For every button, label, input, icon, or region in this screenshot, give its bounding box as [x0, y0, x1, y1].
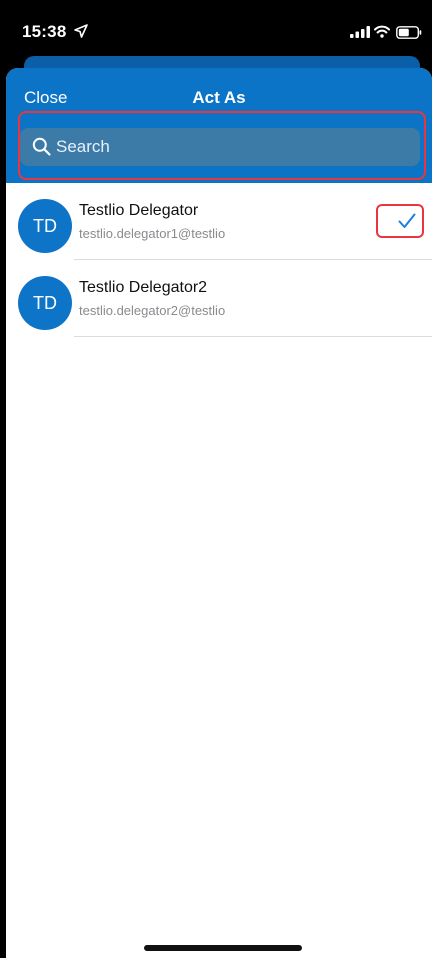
location-arrow-icon: [74, 24, 88, 38]
battery-icon: [396, 26, 422, 39]
delegate-email: testlio.delegator2@testlio: [79, 303, 226, 318]
delegate-name: Testlio Delegator2: [79, 279, 208, 296]
wifi-icon: [374, 25, 390, 38]
sheet-header: Close Act As Search: [6, 68, 432, 183]
delegate-name: Testlio Delegator: [79, 202, 199, 219]
avatar: TD: [18, 276, 72, 330]
list-item[interactable]: TD Testlio Delegator testlio.delegator1@…: [6, 183, 432, 260]
search-placeholder: Search: [56, 137, 110, 156]
page-title: Act As: [192, 88, 246, 107]
act-as-sheet: Close Act As Search TD Testlio Delegator…: [6, 68, 432, 958]
checkmark-icon[interactable]: [398, 213, 416, 229]
delegate-email: testlio.delegator1@testlio: [79, 226, 226, 241]
divider: [74, 336, 432, 337]
home-indicator[interactable]: [144, 945, 302, 951]
delegate-list: TD Testlio Delegator testlio.delegator1@…: [6, 183, 432, 337]
signal-icon: [350, 26, 370, 38]
avatar: TD: [18, 199, 72, 253]
screen: 15:38 Close Act As Search TD Testlio Del…: [0, 0, 432, 958]
list-item[interactable]: TD Testlio Delegator2 testlio.delegator2…: [6, 260, 432, 337]
search-input[interactable]: Search: [20, 128, 420, 166]
search-icon: [32, 137, 51, 156]
status-time: 15:38: [22, 22, 67, 41]
status-bar: 15:38: [0, 0, 432, 62]
